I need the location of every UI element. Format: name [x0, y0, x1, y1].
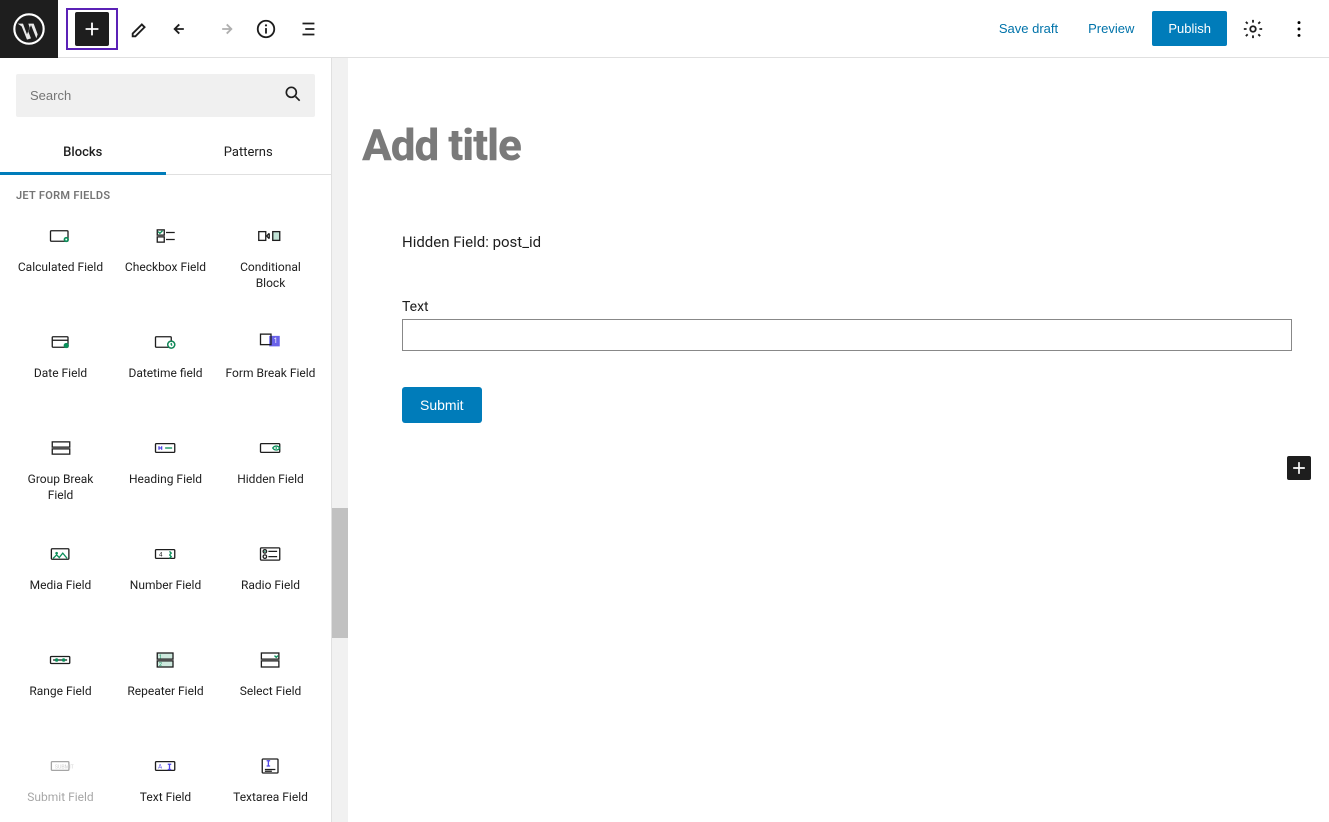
- dots-vertical-icon: [1288, 18, 1310, 40]
- block-item-calculated[interactable]: Calculated Field: [8, 210, 113, 310]
- block-item-checkbox[interactable]: Checkbox Field: [113, 210, 218, 310]
- block-inserter-sidebar: Blocks Patterns JET FORM FIELDS Calculat…: [0, 58, 332, 822]
- block-item-label: Date Field: [34, 366, 87, 382]
- section-title: JET FORM FIELDS: [0, 175, 331, 210]
- block-item-repeater[interactable]: 1 2 Repeater Field: [113, 634, 218, 734]
- block-item-label: Text Field: [140, 790, 191, 806]
- info-button[interactable]: [246, 9, 286, 49]
- block-item-label: Group Break Field: [14, 472, 107, 503]
- block-item-groupbreak[interactable]: Group Break Field: [8, 422, 113, 522]
- sidebar-scrollbar[interactable]: [332, 58, 348, 822]
- undo-icon: [171, 18, 193, 40]
- pencil-icon: [129, 18, 151, 40]
- tab-blocks[interactable]: Blocks: [0, 133, 166, 174]
- settings-button[interactable]: [1233, 9, 1273, 49]
- floating-add-block-button[interactable]: [1287, 456, 1311, 480]
- block-item-text[interactable]: A Text Field: [113, 740, 218, 822]
- svg-text:4: 4: [159, 552, 163, 559]
- editor-canvas[interactable]: Add title Hidden Field: post_id Text Sub…: [348, 58, 1329, 822]
- block-item-date[interactable]: Date Field: [8, 316, 113, 416]
- block-item-label: Form Break Field: [226, 366, 316, 382]
- scrollbar-thumb[interactable]: [332, 508, 348, 638]
- block-item-label: Calculated Field: [18, 260, 103, 276]
- block-item-label: Number Field: [130, 578, 201, 594]
- block-item-datetime[interactable]: Datetime field: [113, 316, 218, 416]
- toolbar-right: Save draft Preview Publish: [987, 9, 1329, 49]
- form-area: Hidden Field: post_id Text Submit: [362, 199, 1292, 423]
- svg-text:1: 1: [159, 654, 162, 660]
- tab-blocks-label: Blocks: [63, 145, 102, 160]
- search-box: [16, 74, 315, 117]
- info-icon: [255, 18, 277, 40]
- block-item-hidden[interactable]: Hidden Field: [218, 422, 323, 522]
- search-wrap: [0, 58, 331, 133]
- block-item-label: Submit Field: [27, 790, 93, 806]
- block-item-formbreak[interactable]: 1 Form Break Field: [218, 316, 323, 416]
- list-icon: [297, 18, 319, 40]
- canvas-inner: Add title Hidden Field: post_id Text Sub…: [362, 113, 1329, 423]
- undo-button[interactable]: [162, 9, 202, 49]
- add-block-button[interactable]: [75, 12, 109, 46]
- redo-button[interactable]: [204, 9, 244, 49]
- block-item-select[interactable]: Select Field: [218, 634, 323, 734]
- svg-text:SUBMIT: SUBMIT: [54, 765, 74, 771]
- form-submit-button[interactable]: Submit: [402, 387, 482, 423]
- toolbar-left: [58, 8, 328, 50]
- edit-mode-button[interactable]: [120, 9, 160, 49]
- search-icon: [283, 84, 303, 108]
- outline-button[interactable]: [288, 9, 328, 49]
- block-item-range[interactable]: Range Field: [8, 634, 113, 734]
- block-item-heading[interactable]: Heading Field: [113, 422, 218, 522]
- block-item-label: Checkbox Field: [125, 260, 206, 276]
- block-item-label: Radio Field: [241, 578, 300, 594]
- block-item-label: Textarea Field: [233, 790, 308, 806]
- block-item-textarea[interactable]: Textarea Field: [218, 740, 323, 822]
- blocks-grid: Calculated Field Checkbox Field Conditiona…: [0, 210, 331, 822]
- block-item-conditional[interactable]: Conditional Block: [218, 210, 323, 310]
- tab-patterns-label: Patterns: [224, 145, 273, 160]
- block-item-label: Conditional Block: [224, 260, 317, 291]
- wordpress-logo[interactable]: [0, 0, 58, 58]
- more-options-button[interactable]: [1279, 9, 1319, 49]
- search-input[interactable]: [16, 74, 315, 117]
- svg-text:2: 2: [159, 662, 162, 668]
- text-field-label: Text: [402, 275, 1292, 319]
- svg-text:A: A: [158, 764, 162, 771]
- tab-patterns[interactable]: Patterns: [166, 133, 332, 174]
- editor-topbar: Save draft Preview Publish: [0, 0, 1329, 58]
- block-item-label: Datetime field: [128, 366, 202, 382]
- block-item-label: Range Field: [29, 684, 91, 700]
- svg-text:1: 1: [273, 337, 277, 345]
- block-item-label: Hidden Field: [237, 472, 304, 488]
- block-item-label: Select Field: [240, 684, 302, 700]
- sidebar-scroll[interactable]: JET FORM FIELDS Calculated Field Checkbox…: [0, 175, 331, 822]
- publish-button[interactable]: Publish: [1152, 11, 1227, 46]
- block-item-label: Repeater Field: [127, 684, 203, 700]
- post-title-input[interactable]: Add title: [362, 113, 1329, 199]
- editor-main: Blocks Patterns JET FORM FIELDS Calculat…: [0, 58, 1329, 822]
- block-item-label: Heading Field: [129, 472, 202, 488]
- block-item-media[interactable]: Media Field: [8, 528, 113, 628]
- wordpress-icon: [13, 13, 45, 45]
- block-item-label: Media Field: [30, 578, 92, 594]
- add-block-highlight: [66, 8, 118, 50]
- block-item-number[interactable]: 4 Number Field: [113, 528, 218, 628]
- plus-icon: [81, 18, 103, 40]
- redo-icon: [213, 18, 235, 40]
- inserter-tabs: Blocks Patterns: [0, 133, 331, 175]
- block-item-radio[interactable]: Radio Field: [218, 528, 323, 628]
- gear-icon: [1242, 18, 1264, 40]
- save-draft-button[interactable]: Save draft: [987, 13, 1070, 44]
- block-item-submit: SUBMIT Submit Field: [8, 740, 113, 822]
- hidden-field-block[interactable]: Hidden Field: post_id: [402, 199, 1292, 275]
- text-field-input[interactable]: [402, 319, 1292, 351]
- preview-button[interactable]: Preview: [1076, 13, 1146, 44]
- plus-icon: [1289, 458, 1309, 478]
